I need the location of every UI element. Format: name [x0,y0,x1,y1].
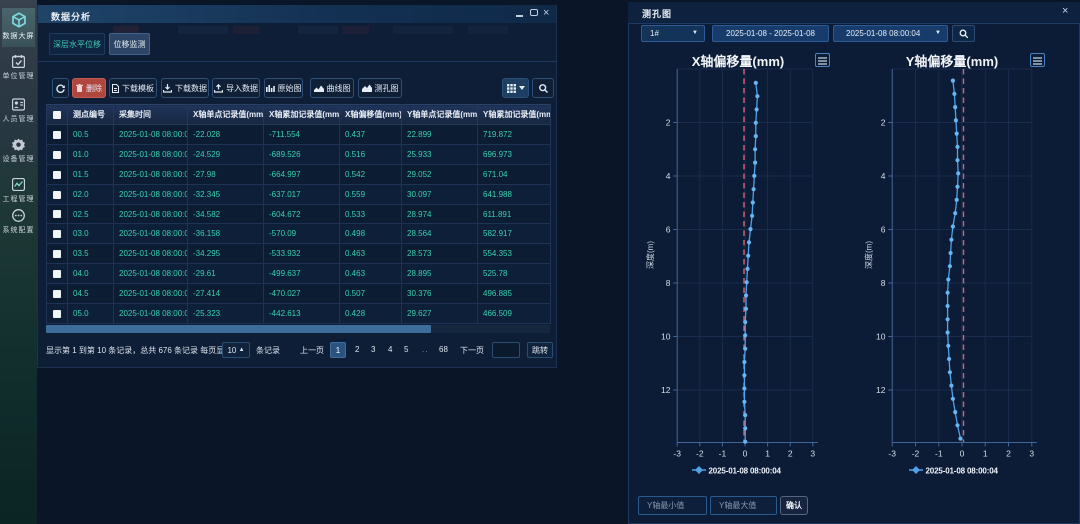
svg-text:深度(m): 深度(m) [864,241,874,269]
svg-text:10: 10 [876,332,886,342]
svg-text:2025-01-08 08:00:04: 2025-01-08 08:00:04 [926,467,999,476]
svg-text:2: 2 [1006,449,1011,459]
svg-text:8: 8 [666,278,671,288]
svg-text:2: 2 [881,118,886,128]
svg-text:4: 4 [881,171,886,181]
svg-text:8: 8 [881,278,886,288]
svg-text:12: 12 [876,385,886,395]
svg-text:-2: -2 [912,449,920,459]
svg-text:2: 2 [788,449,793,459]
svg-text:1: 1 [983,449,988,459]
svg-text:1: 1 [765,449,770,459]
svg-text:6: 6 [666,225,671,235]
svg-text:2025-01-08 08:00:04: 2025-01-08 08:00:04 [709,467,782,476]
svg-text:-1: -1 [719,449,727,459]
svg-text:-2: -2 [696,449,704,459]
svg-text:3: 3 [1029,449,1034,459]
svg-text:0: 0 [960,449,965,459]
svg-text:6: 6 [881,225,886,235]
svg-text:深度(m): 深度(m) [645,241,655,269]
svg-text:-1: -1 [935,449,943,459]
svg-text:-3: -3 [673,449,681,459]
svg-text:12: 12 [661,385,671,395]
svg-text:-3: -3 [888,449,896,459]
svg-text:3: 3 [810,449,815,459]
svg-text:4: 4 [666,171,671,181]
svg-text:0: 0 [743,449,748,459]
svg-text:2: 2 [666,118,671,128]
svg-text:10: 10 [661,332,671,342]
